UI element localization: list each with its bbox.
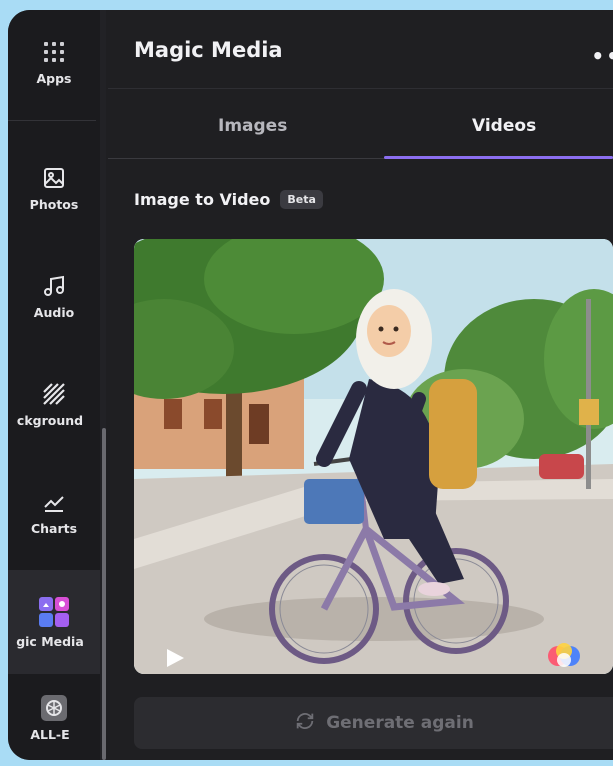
magic-media-panel: Magic Media •• Images Videos Image to Vi…	[108, 10, 613, 760]
sidebar-scrollbar-thumb[interactable]	[102, 428, 106, 760]
music-note-icon	[41, 273, 67, 299]
beta-badge: Beta	[280, 190, 323, 209]
sidebar-item-apps[interactable]: Apps	[8, 14, 100, 110]
chart-line-icon	[41, 489, 67, 515]
sidebar-item-label: Apps	[36, 70, 72, 86]
sidebar-item-dalle[interactable]: ALL-E	[8, 676, 100, 760]
section-title: Image to Video	[134, 190, 271, 209]
apps-grid-icon	[41, 39, 67, 65]
play-icon[interactable]	[164, 647, 186, 669]
generate-again-label: Generate again	[326, 713, 474, 733]
tab-images[interactable]: Images	[218, 116, 287, 136]
sidebar-item-photos[interactable]: Photos	[8, 140, 100, 236]
tab-selected-indicator	[384, 156, 613, 159]
background-pattern-icon	[41, 381, 67, 407]
generate-again-button[interactable]: Generate again	[134, 697, 613, 749]
generated-image	[134, 239, 613, 674]
sidebar: Apps Photos Audio ckground Charts gic Me…	[8, 10, 100, 760]
app-window: Apps Photos Audio ckground Charts gic Me…	[8, 10, 613, 760]
sidebar-item-label: ALL-E	[30, 726, 70, 742]
panel-title: Magic Media	[134, 38, 283, 62]
sidebar-item-background[interactable]: ckground	[8, 356, 100, 452]
sidebar-item-label: gic Media	[16, 633, 84, 649]
sidebar-item-label: Charts	[30, 520, 78, 536]
sidebar-item-label: ckground	[16, 412, 84, 428]
tab-videos[interactable]: Videos	[472, 116, 536, 136]
sidebar-item-label: Photos	[29, 196, 79, 212]
color-wheel-icon	[547, 643, 581, 669]
section-header: Image to Video Beta	[134, 190, 323, 209]
dalle-icon	[41, 694, 67, 721]
sidebar-item-charts[interactable]: Charts	[8, 464, 100, 560]
header-divider	[108, 88, 613, 89]
generated-image-preview[interactable]	[134, 239, 613, 674]
more-options-button[interactable]: ••	[591, 44, 613, 68]
sidebar-item-audio[interactable]: Audio	[8, 248, 100, 344]
sidebar-item-magic-media[interactable]: gic Media	[8, 570, 100, 674]
refresh-icon	[294, 710, 316, 737]
sidebar-item-label: Audio	[33, 304, 75, 320]
magic-media-icon	[38, 596, 70, 628]
sidebar-divider	[8, 120, 96, 121]
photos-icon	[41, 165, 67, 191]
